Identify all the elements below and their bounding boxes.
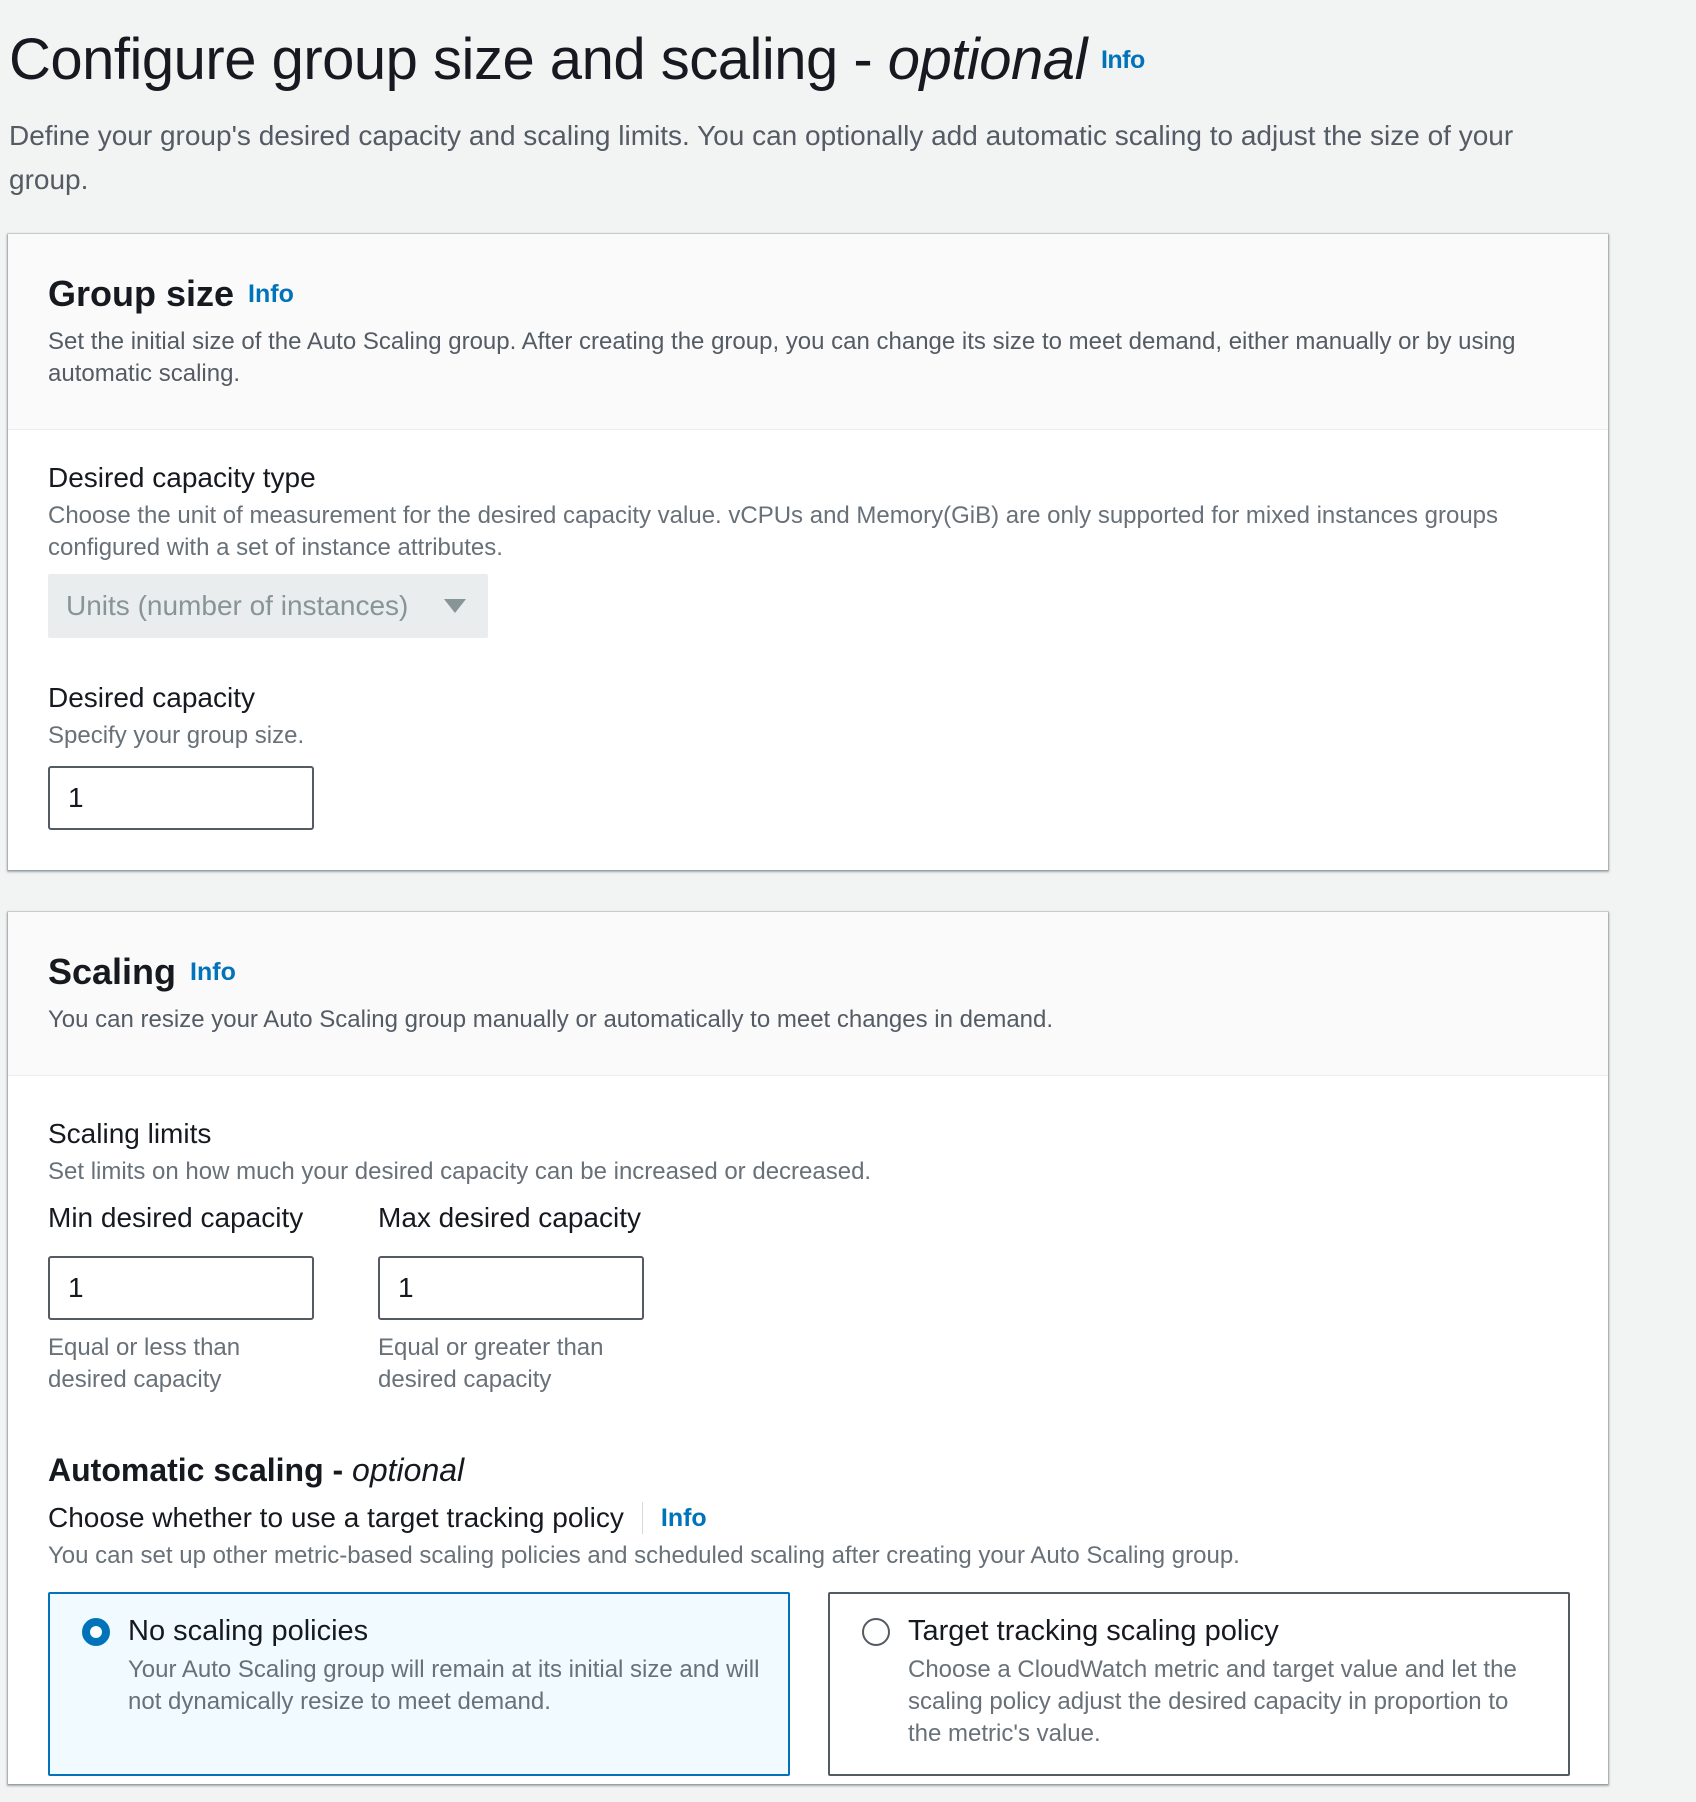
no-scaling-policies-description: Your Auto Scaling group will remain at i…	[128, 1656, 760, 1715]
target-tracking-label: Target tracking scaling policy	[908, 1615, 1279, 1647]
scaling-description: You can resize your Auto Scaling group m…	[48, 1006, 1054, 1034]
group-size-info-link[interactable]: Info	[248, 280, 294, 308]
page-info-link[interactable]: Info	[1101, 46, 1145, 74]
target-tracking-question-text: Choose whether to use a target tracking …	[48, 1502, 624, 1533]
target-tracking-description: Choose a CloudWatch metric and target va…	[908, 1656, 1517, 1747]
group-size-panel-header: Group size Info Set the initial size of t…	[8, 234, 1608, 430]
scaling-panel: Scaling Info You can resize your Auto Sca…	[8, 912, 1608, 1784]
desired-capacity-description: Specify your group size.	[48, 722, 305, 749]
max-capacity-input[interactable]: 1	[378, 1256, 644, 1320]
automatic-scaling-title-optional: optional	[352, 1452, 465, 1488]
group-size-panel-body: Desired capacity type Choose the unit of…	[8, 430, 1608, 870]
scaling-limits-description: Set limits on how much your desired capa…	[48, 1158, 872, 1185]
min-capacity-hint-line2: desired capacity	[48, 1366, 222, 1393]
page-title: Configure group size and scaling - optio…	[9, 22, 1609, 102]
min-capacity-label: Min desired capacity	[48, 1202, 304, 1233]
page-header: Configure group size and scaling - optio…	[9, 22, 1609, 202]
scaling-panel-body: Scaling limits Set limits on how much yo…	[8, 1076, 1608, 1784]
min-capacity-hint: Equal or less than desired capacity	[48, 1332, 240, 1396]
page-title-text: Configure group size and scaling -	[9, 27, 888, 92]
min-capacity-hint-line1: Equal or less than	[48, 1334, 241, 1361]
scaling-panel-header: Scaling Info You can resize your Auto Sca…	[8, 912, 1608, 1076]
scaling-limits-label: Scaling limits	[48, 1118, 212, 1149]
automatic-scaling-info-link[interactable]: Info	[661, 1500, 707, 1536]
automatic-scaling-title-text: Automatic scaling -	[48, 1452, 353, 1488]
scaling-title: Scaling Info	[48, 950, 1568, 996]
capacity-type-label: Desired capacity type	[48, 462, 316, 493]
max-capacity-label: Max desired capacity	[378, 1202, 642, 1233]
radio-selected-icon[interactable]	[82, 1618, 110, 1646]
target-tracking-question: Choose whether to use a target tracking …	[48, 1500, 707, 1536]
info-divider	[641, 1502, 643, 1534]
capacity-type-select[interactable]: Units (number of instances)	[48, 574, 488, 638]
page-description: Define your group's desired capacity and…	[9, 119, 1514, 195]
radio-unselected-icon[interactable]	[862, 1618, 890, 1646]
max-capacity-hint-line2: desired capacity	[378, 1366, 552, 1393]
max-capacity-hint: Equal or greater than desired capacity	[378, 1332, 603, 1396]
no-scaling-policies-label: No scaling policies	[128, 1615, 369, 1647]
group-size-title: Group size Info	[48, 272, 1568, 318]
automatic-scaling-title: Automatic scaling - optional	[48, 1450, 464, 1490]
scaling-title-text: Scaling	[48, 951, 177, 992]
caret-down-icon	[444, 599, 466, 613]
group-size-panel: Group size Info Set the initial size of t…	[8, 234, 1608, 870]
max-capacity-hint-line1: Equal or greater than	[378, 1334, 604, 1361]
group-size-description: Set the initial size of the Auto Scaling…	[48, 328, 1516, 388]
capacity-type-selected-value: Units (number of instances)	[66, 590, 409, 621]
no-scaling-policies-option[interactable]: No scaling policies Your Auto Scaling gr…	[48, 1592, 790, 1776]
scaling-info-link[interactable]: Info	[190, 958, 236, 986]
desired-capacity-label: Desired capacity	[48, 682, 255, 713]
page: Configure group size and scaling - optio…	[0, 0, 1696, 1802]
target-tracking-option[interactable]: Target tracking scaling policy Choose a …	[828, 1592, 1570, 1776]
automatic-scaling-description: You can set up other metric-based scalin…	[48, 1542, 1240, 1569]
min-capacity-input[interactable]: 1	[48, 1256, 314, 1320]
desired-capacity-input[interactable]: 1	[48, 766, 314, 830]
capacity-type-description: Choose the unit of measurement for the d…	[48, 502, 1499, 561]
page-title-optional: optional	[887, 27, 1088, 92]
group-size-title-text: Group size	[48, 273, 235, 314]
